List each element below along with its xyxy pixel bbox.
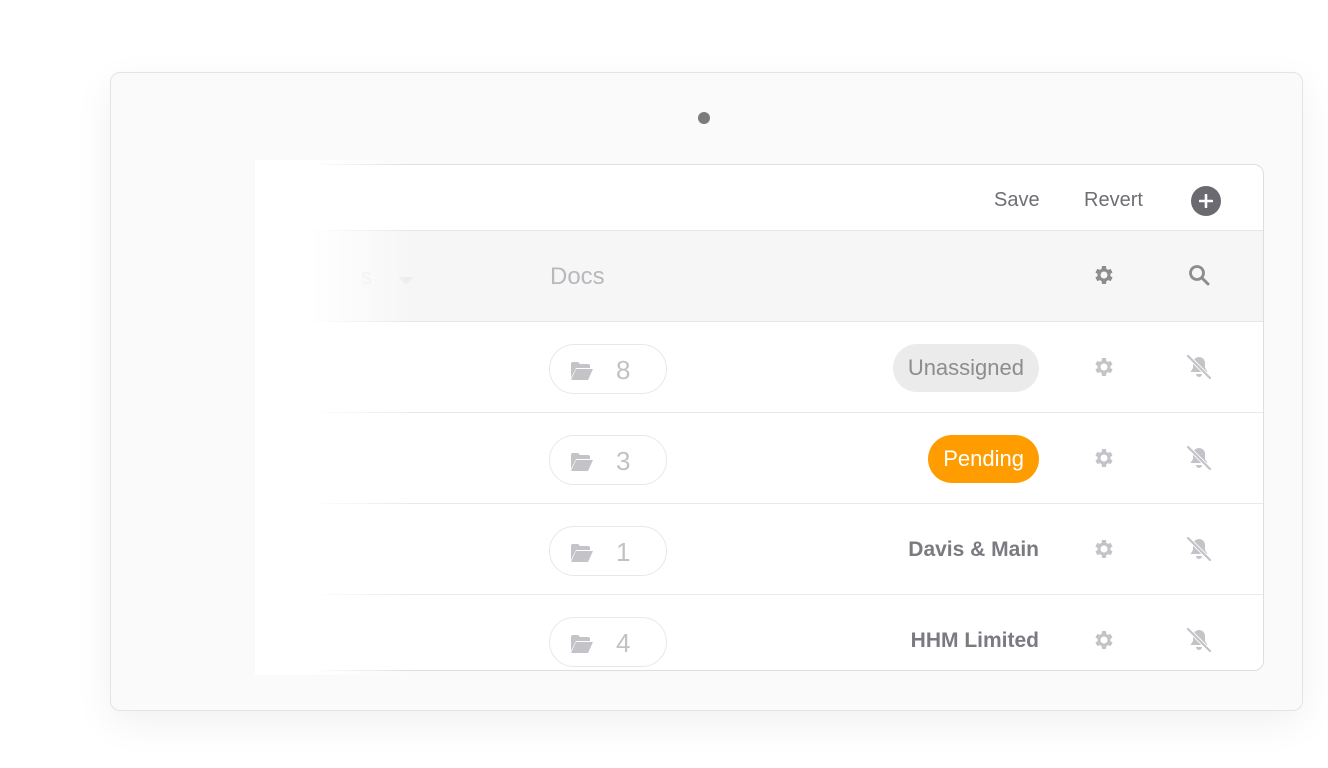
gear-icon[interactable]	[1091, 355, 1115, 384]
docs-count: 1	[616, 537, 631, 567]
bell-slash-icon[interactable]	[1185, 627, 1213, 658]
table-row[interactable]: 3 Pending	[261, 413, 1263, 504]
assignee-label: HHM Limited	[910, 629, 1039, 652]
bell-slash-icon[interactable]	[1185, 354, 1213, 385]
docs-count-pill[interactable]: 8	[549, 344, 667, 394]
gear-icon[interactable]	[1091, 628, 1115, 657]
gear-icon[interactable]	[1091, 446, 1115, 475]
column-header-hidden[interactable]: s	[361, 264, 372, 290]
search-icon[interactable]	[1187, 263, 1211, 292]
bell-slash-icon[interactable]	[1185, 536, 1213, 567]
chevron-down-icon[interactable]	[399, 272, 413, 290]
docs-count-pill[interactable]: 4	[549, 617, 667, 667]
toolbar: Save Revert	[261, 165, 1263, 231]
folder-open-icon	[570, 362, 594, 385]
docs-count-pill[interactable]: 3	[549, 435, 667, 485]
assignee-label: Davis & Main	[908, 538, 1039, 561]
table-row[interactable]: 8 Unassigned	[261, 322, 1263, 413]
table-row[interactable]: 4 HHM Limited	[261, 595, 1263, 670]
stage: Save Revert s Docs 8 Unassigned 3 Pendin…	[0, 0, 1328, 768]
docs-count-pill[interactable]: 1	[549, 526, 667, 576]
table-header: s Docs	[261, 231, 1263, 322]
docs-count: 4	[616, 628, 631, 658]
column-header-docs[interactable]: Docs	[550, 263, 605, 291]
status-badge: Pending	[928, 435, 1039, 483]
folder-open-icon	[570, 544, 594, 567]
folder-open-icon	[570, 453, 594, 476]
table-row[interactable]: 1 Davis & Main	[261, 504, 1263, 595]
folder-open-icon	[570, 635, 594, 658]
status-badge: Unassigned	[892, 344, 1039, 392]
add-button[interactable]	[1191, 186, 1221, 216]
docs-count: 3	[616, 446, 631, 476]
docs-count: 8	[616, 355, 631, 385]
gear-icon[interactable]	[1091, 263, 1115, 292]
revert-button[interactable]: Revert	[1084, 187, 1143, 213]
gear-icon[interactable]	[1091, 537, 1115, 566]
camera-dot	[698, 112, 710, 124]
save-button[interactable]: Save	[994, 187, 1040, 213]
bell-slash-icon[interactable]	[1185, 445, 1213, 476]
table-panel: Save Revert s Docs 8 Unassigned 3 Pendin…	[260, 164, 1264, 671]
